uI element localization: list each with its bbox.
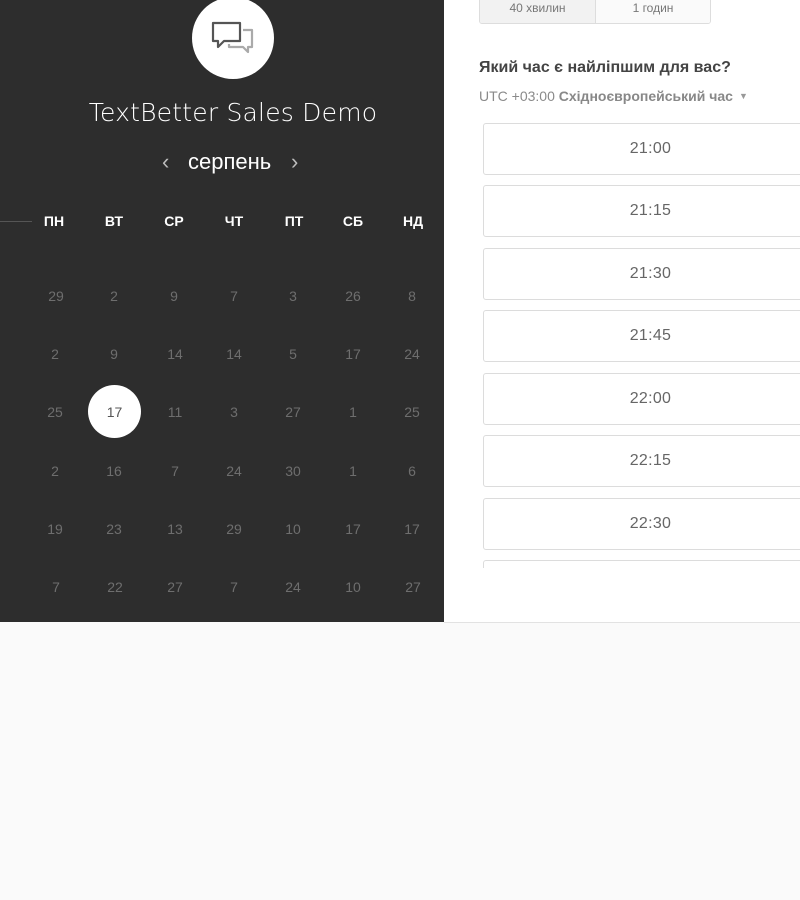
calendar-day[interactable]: 11 [155, 404, 195, 420]
weekday-label: ПН [43, 213, 65, 229]
calendar-day[interactable]: 14 [155, 346, 195, 362]
timezone-name: Східноєвропейський час [558, 88, 733, 104]
calendar-day[interactable]: 2 [35, 346, 75, 362]
calendar-day[interactable]: 1 [333, 404, 373, 420]
calendar-day[interactable]: 2 [35, 463, 75, 479]
calendar-day[interactable]: 7 [36, 579, 76, 595]
timezone-offset: UTC +03:00 [479, 88, 555, 104]
timeslot-label: 21:00 [629, 140, 672, 157]
calendar-day[interactable]: 10 [273, 521, 313, 537]
timeslot-button[interactable]: 21:45 [483, 310, 800, 362]
calendar-day[interactable]: 30 [273, 463, 313, 479]
timeslot-button[interactable]: 22:30 [483, 498, 800, 550]
calendar-day[interactable]: 13 [155, 521, 195, 537]
timeslot-button[interactable] [483, 560, 800, 568]
weekday-label: СБ [342, 213, 364, 229]
timeslot-list-overflow [483, 560, 800, 568]
month-navigation: ‹ серпень › [160, 146, 310, 178]
calendar-day[interactable]: 17 [333, 521, 373, 537]
calendar-day[interactable]: 16 [94, 463, 134, 479]
weekday-label: ВТ [104, 213, 124, 229]
calendar-day[interactable]: 17 [333, 346, 373, 362]
calendar-day[interactable]: 25 [392, 404, 432, 420]
calendar-day[interactable]: 25 [35, 404, 75, 420]
weekday-label: СР [164, 213, 184, 229]
calendar-day[interactable]: 27 [273, 404, 313, 420]
weekday-label: НД [402, 213, 424, 229]
calendar-day[interactable]: 24 [392, 346, 432, 362]
timeslot-label: 22:00 [629, 390, 672, 407]
duration-option-1hour[interactable]: 1 годин [596, 0, 710, 23]
timeslot-label: 21:15 [629, 202, 672, 219]
duration-option-40min[interactable]: 40 хвилин [480, 0, 596, 23]
timeslot-panel: 40 хвилин 1 годин Який час є найліпшим д… [444, 0, 800, 623]
timeslot-label: 22:30 [629, 515, 672, 532]
weekday-label: ЧТ [224, 213, 244, 229]
month-label: серпень [188, 149, 272, 174]
timeslot-button[interactable]: 21:30 [483, 248, 800, 300]
timeslot-button[interactable]: 22:00 [483, 373, 800, 425]
calendar-day[interactable]: 7 [214, 579, 254, 595]
timezone-selector[interactable]: UTC +03:00 Східноєвропейський час ▼ [479, 88, 748, 104]
calendar-panel: TextBetter Sales Demo ‹ серпень › ПН ВТ … [0, 0, 444, 622]
duration-toggle: 40 хвилин 1 годин [479, 0, 711, 24]
calendar-day[interactable]: 29 [214, 521, 254, 537]
weekday-label: ПТ [284, 213, 304, 229]
company-logo [192, 0, 274, 79]
calendar-day[interactable]: 10 [333, 579, 373, 595]
calendar-day[interactable]: 24 [214, 463, 254, 479]
calendar-day[interactable]: 24 [273, 579, 313, 595]
calendar-day[interactable]: 14 [214, 346, 254, 362]
calendar-day[interactable]: 23 [94, 521, 134, 537]
calendar-day[interactable]: 22 [95, 579, 135, 595]
calendar-day[interactable]: 7 [155, 463, 195, 479]
calendar-day[interactable]: 8 [392, 288, 432, 304]
calendar-day[interactable]: 19 [35, 521, 75, 537]
company-name: TextBetter Sales Demo [88, 98, 378, 127]
calendar-day[interactable]: 27 [393, 579, 433, 595]
timeslot-button[interactable]: 21:00 [483, 123, 800, 175]
selected-day[interactable]: 17 [88, 385, 141, 438]
calendar-day[interactable]: 26 [333, 288, 373, 304]
calendar-day[interactable]: 7 [214, 288, 254, 304]
timeslot-label: 21:45 [629, 327, 672, 344]
calendar-day[interactable]: 27 [155, 579, 195, 595]
timeslot-button[interactable]: 22:15 [483, 435, 800, 487]
chevron-left-icon[interactable]: ‹ [162, 149, 169, 175]
weekday-divider [0, 221, 32, 222]
chat-bubbles-icon [211, 21, 254, 54]
chevron-right-icon[interactable]: › [291, 149, 298, 175]
calendar-day[interactable]: 9 [154, 288, 194, 304]
calendar-day[interactable]: 17 [392, 521, 432, 537]
calendar-day[interactable]: 3 [273, 288, 313, 304]
timeslot-question: Який час є найліпшим для вас? [479, 59, 731, 76]
timeslot-label: 22:15 [629, 452, 672, 469]
calendar-day[interactable]: 1 [333, 463, 373, 479]
calendar-day[interactable]: 6 [392, 463, 432, 479]
calendar-day[interactable]: 9 [94, 346, 134, 362]
timeslot-label: 21:30 [629, 265, 672, 282]
calendar-day[interactable]: 3 [214, 404, 254, 420]
calendar-day[interactable]: 29 [36, 288, 76, 304]
timeslot-button[interactable]: 21:15 [483, 185, 800, 237]
caret-down-icon: ▼ [738, 91, 748, 101]
calendar-day[interactable]: 5 [273, 346, 313, 362]
calendar-day[interactable]: 2 [94, 288, 134, 304]
